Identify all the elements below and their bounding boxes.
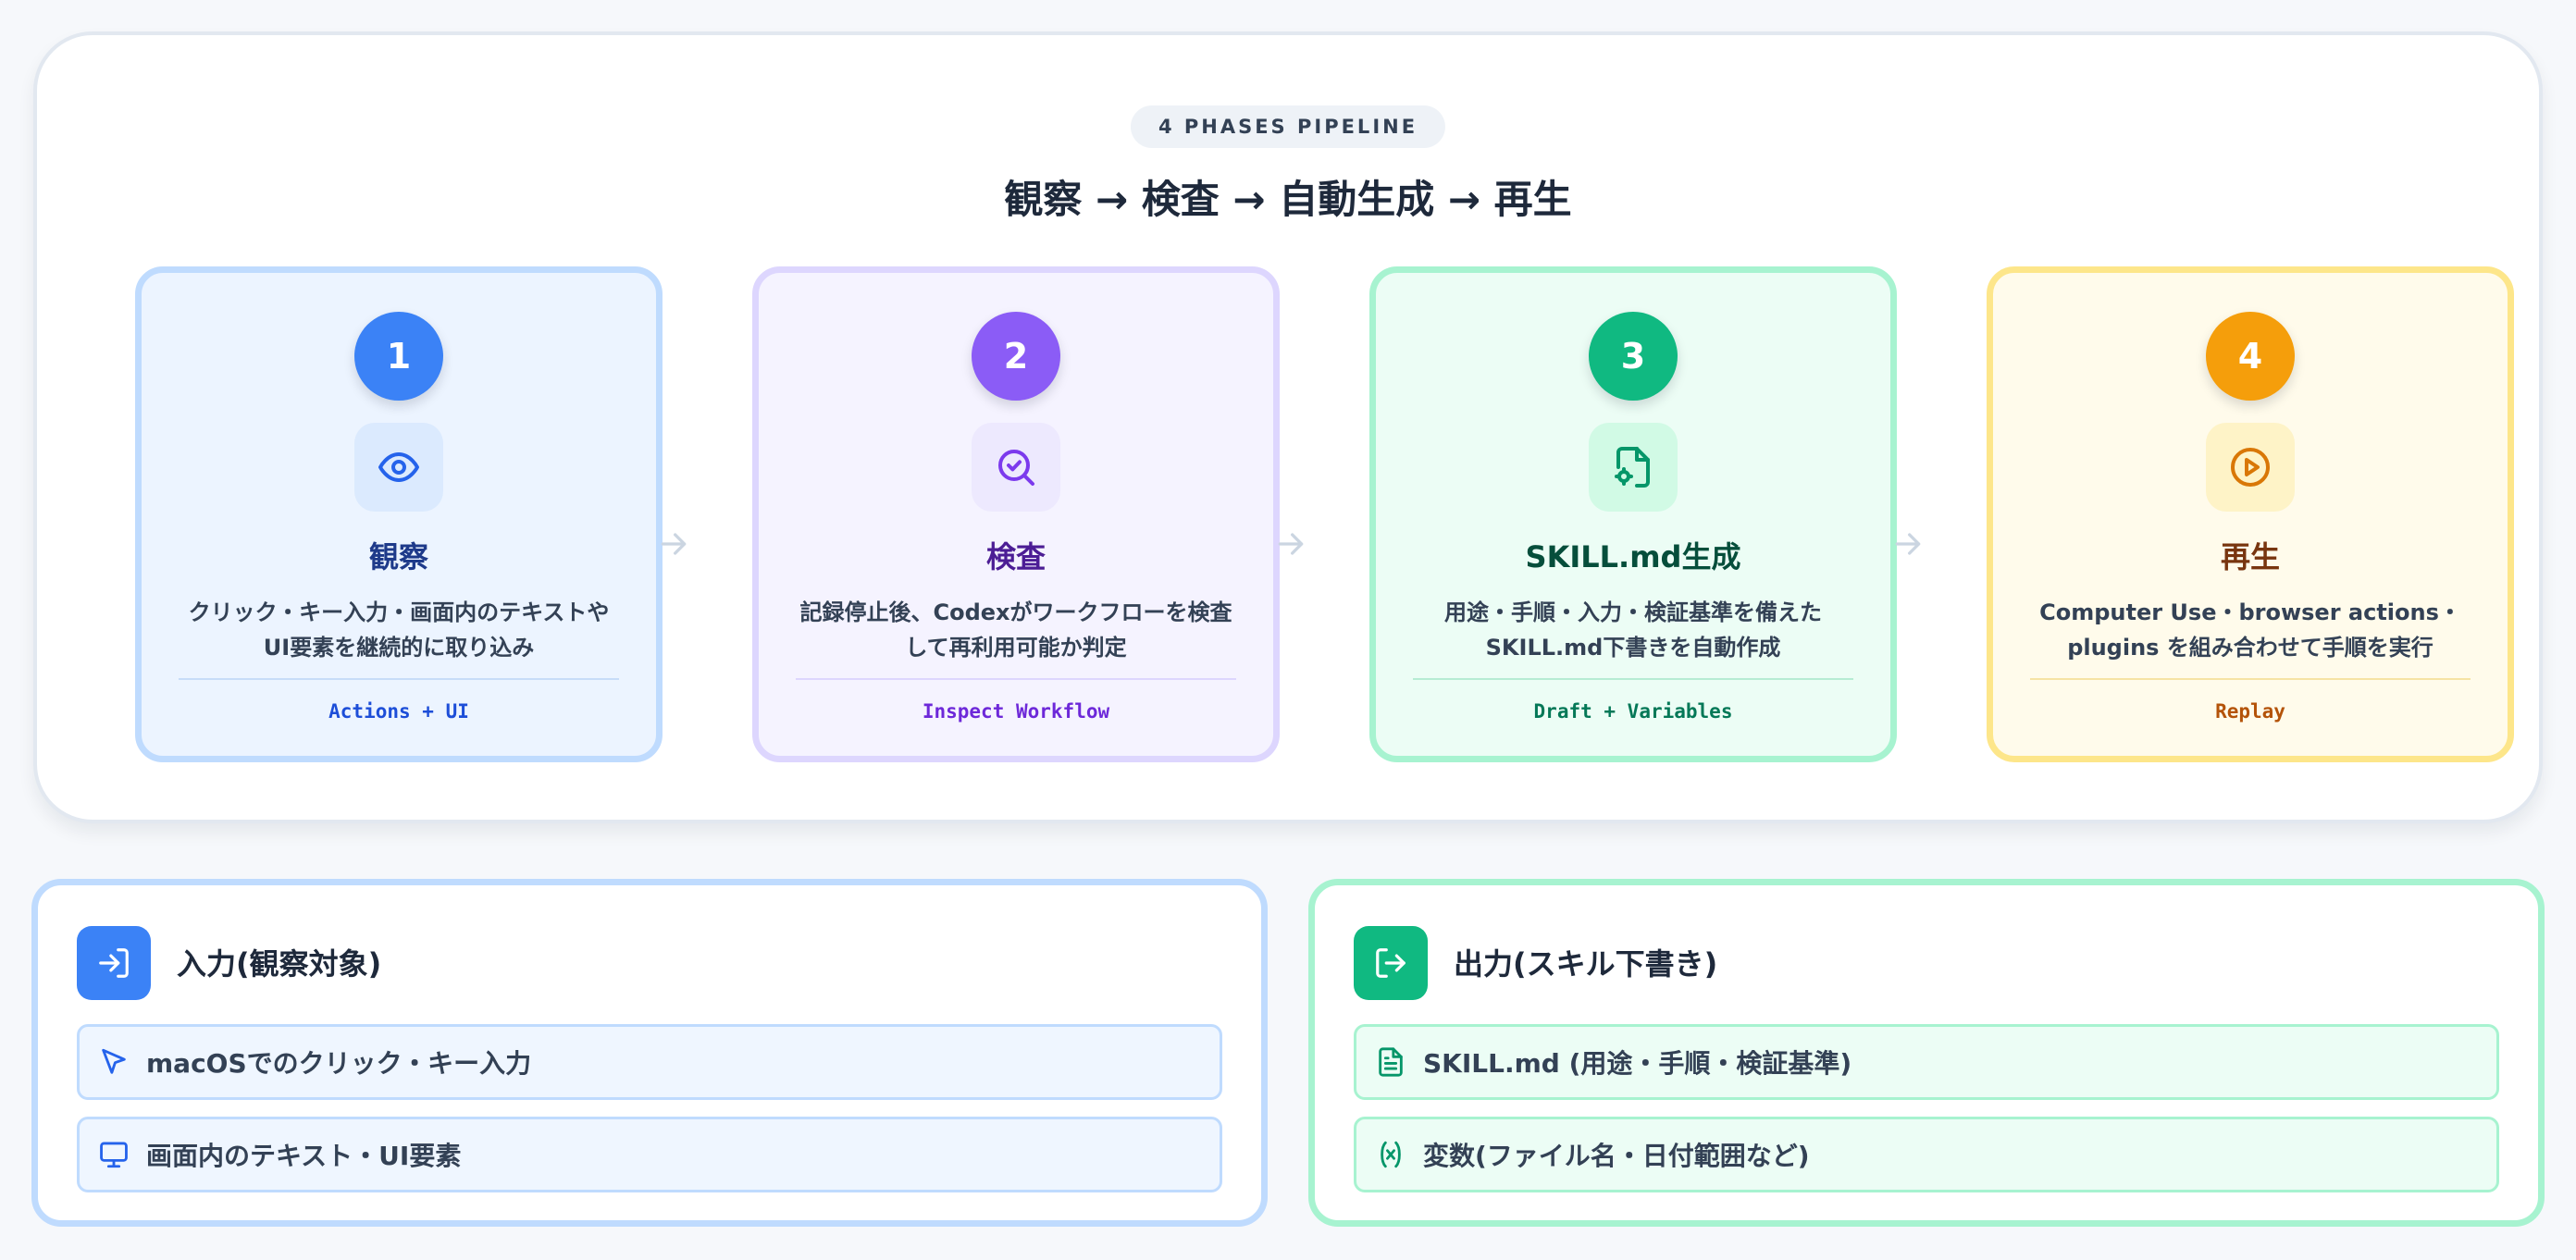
document-icon: [1375, 1046, 1406, 1078]
input-item-label: macOSでのクリック・キー入力: [146, 1048, 532, 1079]
phase-tag: Replay: [2215, 700, 2285, 723]
phase-tag: Actions + UI: [328, 700, 469, 723]
pipeline-panel: 4 PHASES PIPELINE 観察 → 検査 → 自動生成 → 再生 1 …: [33, 31, 2543, 823]
phase-description: クリック・キー入力・画面内のテキストや UI要素を継続的に取り込み: [169, 595, 628, 665]
input-item: macOSでのクリック・キー入力: [77, 1024, 1222, 1100]
output-item-label: SKILL.md (用途・手順・検証基準): [1423, 1048, 1852, 1079]
phase-tag: Draft + Variables: [1533, 700, 1733, 723]
log-out-icon: [1354, 926, 1428, 1000]
output-item: SKILL.md (用途・手順・検証基準): [1354, 1024, 2499, 1100]
phase-card-inspect: 2 検査 記録停止後、Codexがワークフローを検査 して再利用可能か判定 In…: [752, 266, 1280, 762]
phase-number-badge: 1: [354, 312, 443, 401]
phase-description-line: plugins を組み合わせて手順を実行: [2067, 635, 2434, 661]
play-circle-icon: [2206, 423, 2295, 512]
phase-divider: [2030, 678, 2471, 680]
input-item: 画面内のテキスト・UI要素: [77, 1117, 1222, 1192]
input-panel-title: 入力(観察対象): [177, 946, 382, 982]
phase-card-observe: 1 観察 クリック・キー入力・画面内のテキストや UI要素を継続的に取り込み A…: [135, 266, 663, 762]
phase-number-badge: 2: [972, 312, 1060, 401]
phase-description-line: 記録停止後、Codexがワークフローを検査: [799, 599, 1232, 625]
arrow-right-icon: [1272, 525, 1309, 562]
phase-title: 再生: [2220, 539, 2280, 574]
phase-number-badge: 4: [2206, 312, 2295, 401]
input-panel: 入力(観察対象) macOSでのクリック・キー入力 画面内のテキスト・UI要素: [31, 879, 1268, 1227]
phase-description-line: UI要素を継続的に取り込み: [263, 635, 535, 661]
phase-description: 用途・手順・入力・検証基準を備えた SKILL.md下書きを自動作成: [1404, 595, 1863, 665]
output-item: 変数(ファイル名・日付範囲など): [1354, 1117, 2499, 1192]
phase-description: Computer Use・browser actions・ plugins を組…: [2021, 595, 2480, 665]
output-panel-title: 出力(スキル下書き): [1454, 946, 1718, 982]
phase-title: SKILL.md生成: [1525, 539, 1741, 574]
phase-card-replay: 4 再生 Computer Use・browser actions・ plugi…: [1987, 266, 2514, 762]
phase-tag: Inspect Workflow: [922, 700, 1110, 723]
file-cog-icon: [1589, 423, 1678, 512]
phase-description-line: クリック・キー入力・画面内のテキストや: [188, 599, 610, 625]
phase-card-generate: 3 SKILL.md生成 用途・手順・入力・検証基準を備えた SKILL.md下…: [1369, 266, 1897, 762]
phase-description-line: して再利用可能か判定: [905, 635, 1127, 661]
pipeline-headline: 観察 → 検査 → 自動生成 → 再生: [1004, 177, 1572, 222]
input-item-label: 画面内のテキスト・UI要素: [146, 1141, 462, 1171]
search-check-icon: [972, 423, 1060, 512]
arrow-right-icon: [1889, 525, 1926, 562]
phase-number-badge: 3: [1589, 312, 1678, 401]
phase-description-line: SKILL.md下書きを自動作成: [1485, 635, 1781, 661]
phase-divider: [796, 678, 1236, 680]
eye-icon: [354, 423, 443, 512]
phase-description-line: 用途・手順・入力・検証基準を備えた: [1444, 599, 1822, 625]
cursor-arrow-icon: [98, 1046, 130, 1078]
arrow-right-icon: [655, 525, 692, 562]
pipeline-eyebrow-badge: 4 PHASES PIPELINE: [1130, 105, 1446, 148]
phase-title: 観察: [368, 539, 428, 574]
phase-divider: [179, 678, 619, 680]
monitor-icon: [98, 1139, 130, 1170]
phase-title: 検査: [985, 539, 1046, 574]
variable-icon: [1375, 1139, 1406, 1170]
log-in-icon: [77, 926, 151, 1000]
phase-description-line: Computer Use・browser actions・: [2039, 599, 2461, 625]
phase-description: 記録停止後、Codexがワークフローを検査 して再利用可能か判定: [786, 595, 1245, 665]
phase-divider: [1413, 678, 1853, 680]
output-item-label: 変数(ファイル名・日付範囲など): [1423, 1141, 1810, 1171]
output-panel: 出力(スキル下書き) SKILL.md (用途・手順・検証基準) 変数(ファイル…: [1308, 879, 2545, 1227]
